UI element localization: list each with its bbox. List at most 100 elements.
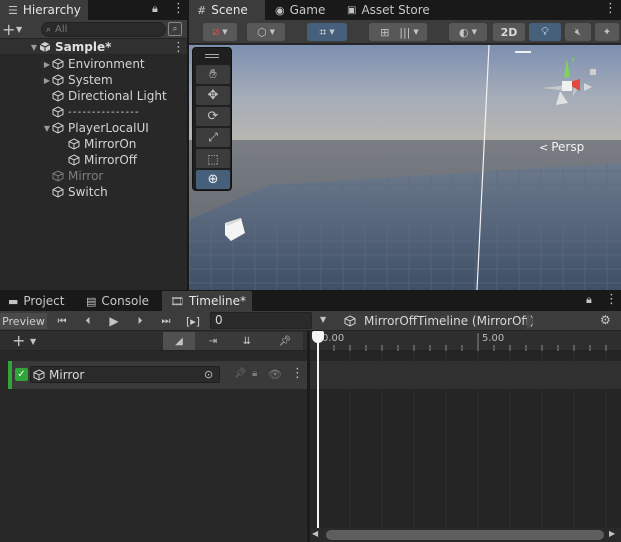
effects-button[interactable]: ✦ (595, 23, 619, 41)
tool-palette-handle[interactable] (205, 54, 219, 58)
timeline-ruler[interactable]: 0.00 5.00 (310, 331, 621, 351)
tool-rotate[interactable]: ⟳ (196, 107, 230, 126)
search-input[interactable]: ⌕ All (41, 22, 166, 37)
play-button[interactable]: ▶ (102, 313, 126, 329)
track-binding-field[interactable]: Mirror (30, 366, 220, 383)
grid-icon: ⊞ (380, 25, 390, 39)
shading-button[interactable]: ⬡ ▼ (247, 23, 285, 41)
timeline-content[interactable] (310, 351, 621, 528)
hierarchy-item-mirror[interactable]: Mirror (52, 168, 103, 184)
hierarchy-item-mirroron[interactable]: MirrorOn (68, 136, 136, 152)
track-enable-checkbox[interactable]: ✓ (15, 368, 28, 381)
clip-edit-mode-icon[interactable]: ◢ (163, 332, 195, 350)
tab-hierarchy[interactable]: ☰ Hierarchy (0, 0, 88, 20)
grid-snap-icon: ⌗ (319, 24, 327, 39)
more-options-icon[interactable]: ⋮ (172, 1, 185, 16)
grid-snap-button[interactable]: ⌗ ▼ (307, 23, 347, 41)
persp-toggle[interactable]: < Persp (539, 140, 584, 154)
pin-icon[interactable]: 📌︎ (272, 332, 298, 350)
expand-arrow-icon[interactable]: ▼ (42, 124, 52, 133)
chevron-down-icon[interactable]: ▼ (30, 334, 36, 348)
tab-console[interactable]: ▤ Console (78, 291, 157, 311)
hierarchy-item-separator[interactable]: - - - - - - - - - - - - - - - (52, 104, 139, 120)
settings-icon[interactable]: ⚙ (600, 313, 611, 327)
hierarchy-item-environment[interactable]: ▶ Environment (42, 56, 145, 72)
tab-scene-label: Scene (211, 3, 248, 17)
orientation-gizmo[interactable]: y (532, 53, 602, 123)
preview-button[interactable]: Preview (0, 313, 47, 329)
go-to-start-button[interactable]: ⏮︎ (50, 313, 74, 329)
track-lock-icon[interactable]: 🔒︎ (252, 368, 257, 379)
hierarchy-item-switch[interactable]: Switch (52, 184, 108, 200)
object-picker-icon[interactable]: ⊙ (204, 368, 213, 381)
dropdown-arrow-icon[interactable]: ▼ (320, 315, 326, 324)
tool-transform[interactable]: ⊕ (196, 170, 230, 189)
tab-asset-store[interactable]: ▣ Asset Store (339, 0, 438, 20)
track-pin-icon[interactable]: 📌︎ (234, 368, 247, 379)
tab-scene[interactable]: # Scene (189, 0, 265, 20)
marker-button[interactable]: [▸] (180, 313, 206, 329)
render-mode-button[interactable]: ◐ ▼ (449, 23, 487, 41)
toggle-2d-button[interactable]: 2D (493, 23, 525, 41)
tool-rect[interactable]: ⬚ (196, 149, 230, 168)
next-frame-button[interactable]: ⏵︎ (128, 313, 152, 329)
scroll-left-icon[interactable]: ◀ (312, 529, 318, 538)
more-options-icon[interactable]: ⋮ (604, 1, 617, 16)
hierarchy-item-system[interactable]: ▶ System (42, 72, 113, 88)
chevron-down-icon: ▼ (471, 28, 477, 36)
gameobject-icon (33, 368, 45, 381)
scrollbar-thumb[interactable] (326, 530, 604, 540)
hierarchy-item-directional-light[interactable]: Directional Light (52, 88, 167, 104)
hierarchy-item-playerlocalui[interactable]: ▼ PlayerLocalUI (42, 120, 149, 136)
lightbulb-icon: 💡︎ (541, 25, 549, 38)
gizmo-menu-handle[interactable] (515, 51, 531, 53)
scene-options-icon[interactable]: ⋮ (172, 40, 185, 55)
hierarchy-item-mirroroff[interactable]: MirrorOff (68, 152, 137, 168)
scroll-right-icon[interactable]: ▶ (609, 529, 615, 538)
add-track-icon[interactable]: + (12, 331, 25, 350)
collapse-arrow-icon[interactable]: ▶ (42, 60, 52, 69)
frame-field[interactable]: 0 (210, 312, 312, 329)
timeline-scrollbar[interactable]: ◀ ▶ (310, 528, 621, 542)
lighting-button[interactable]: 💡︎ (529, 23, 561, 41)
unity-scene-icon (39, 42, 51, 52)
lock-icon[interactable]: 🔒︎ (152, 2, 158, 16)
hierarchy-item-label: - - - - - - - - - - - - - - - (68, 106, 139, 118)
go-to-end-button[interactable]: ⏭︎ (154, 313, 178, 329)
ruler-label: 5.00 (482, 333, 505, 344)
tool-hand[interactable]: ✋︎ (196, 65, 230, 84)
lock-icon[interactable]: 🔒︎ (586, 293, 592, 307)
persp-label: Persp (551, 140, 585, 154)
scene-viewport[interactable]: y < Persp (189, 45, 621, 290)
add-icon[interactable]: + (2, 20, 15, 39)
collapse-arrow-icon[interactable]: ▶ (42, 76, 52, 85)
panel-divider[interactable] (187, 0, 189, 290)
store-icon: ▣ (347, 4, 357, 16)
hierarchy-item-label: PlayerLocalUI (68, 121, 149, 135)
tool-move[interactable]: ✥ (196, 86, 230, 105)
previous-frame-button[interactable]: ⏴︎ (76, 313, 100, 329)
replace-mode-icon[interactable]: ⇊ (231, 332, 263, 350)
ripple-mode-icon[interactable]: ⇥ (197, 332, 229, 350)
tab-timeline[interactable]: 🎞︎ Timeline* (162, 291, 252, 311)
playhead-handle[interactable] (312, 331, 324, 343)
track-options-icon[interactable]: ⋮ (291, 366, 304, 381)
draw-mode-button[interactable]: ⧄ ▼ (203, 23, 237, 41)
asset-breadcrumb[interactable]: MirrorOffTimeline (MirrorOff) (344, 312, 534, 329)
playhead-line[interactable] (317, 340, 319, 530)
expand-arrow-icon[interactable]: ▼ (29, 43, 39, 52)
tab-game[interactable]: ◉ Game (267, 0, 333, 20)
search-options-icon[interactable]: ⌕ (168, 22, 182, 36)
chevron-down-icon[interactable]: ▼ (16, 22, 22, 36)
skip-start-icon: ⏮︎ (57, 315, 67, 327)
chevron-down-icon: ▼ (329, 28, 335, 36)
more-options-icon[interactable]: ⋮ (605, 292, 618, 307)
track-visibility-icon[interactable]: 👁︎ (268, 368, 282, 381)
tab-project[interactable]: ▬ Project (0, 291, 72, 311)
hierarchy-item-label: Switch (68, 185, 108, 199)
gameobject-icon (68, 138, 80, 150)
tool-scale[interactable]: ⤢ (196, 128, 230, 147)
increment-snap-button[interactable]: ||| ▼ (391, 23, 427, 41)
scene-root[interactable]: ▼ Sample* (29, 39, 111, 55)
audio-button[interactable]: 🔇︎ (565, 23, 591, 41)
